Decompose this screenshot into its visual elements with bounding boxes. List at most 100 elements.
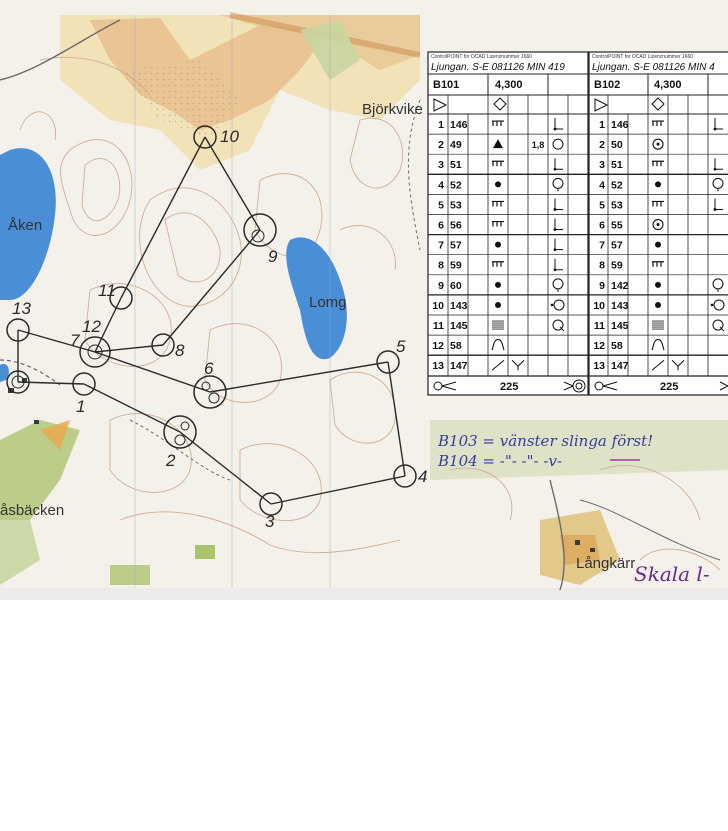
row-number: 12 xyxy=(593,340,605,352)
control-number-6: 6 xyxy=(204,359,214,378)
dot-icon xyxy=(495,281,501,288)
row-number: 5 xyxy=(438,199,444,211)
row-code: 51 xyxy=(611,159,623,171)
row-code: 53 xyxy=(450,199,462,211)
dot-icon xyxy=(655,281,661,288)
row-number: 11 xyxy=(433,320,444,332)
handwritten-note-line1: B103 = vänster slinga först! xyxy=(437,432,653,450)
green-east xyxy=(430,420,728,480)
control-number-11: 11 xyxy=(98,281,116,300)
row-number: 12 xyxy=(432,340,444,352)
row-number: 1 xyxy=(438,119,444,131)
green-patch2 xyxy=(110,565,150,585)
control-number-1: 1 xyxy=(76,397,85,416)
row-number: 10 xyxy=(593,300,605,312)
row-number: 8 xyxy=(599,260,605,272)
orienteering-map-scan: 1 2 3 4 5 6 7 8 9 10 11 12 13 Björkvike … xyxy=(0,0,728,600)
dot-icon xyxy=(495,241,501,248)
row-code: 56 xyxy=(450,220,462,232)
row-number: 13 xyxy=(432,360,444,372)
row-code: 147 xyxy=(450,360,468,372)
control-number-8: 8 xyxy=(175,341,185,360)
row-code: 145 xyxy=(611,320,629,332)
row-code: 146 xyxy=(450,119,468,131)
row-number: 7 xyxy=(438,240,444,252)
control-number-5: 5 xyxy=(396,337,406,356)
row-code: 51 xyxy=(450,159,462,171)
place-asbacken: åsbäcken xyxy=(0,502,64,519)
card1-course: B101 xyxy=(433,79,459,91)
row-code: 50 xyxy=(611,139,623,151)
row-number: 13 xyxy=(593,360,605,372)
row-number: 1 xyxy=(599,119,605,131)
card2-length: 4,300 xyxy=(654,79,682,91)
row-number: 8 xyxy=(438,260,444,272)
row-code: 52 xyxy=(611,179,623,191)
card2-finish: 225 xyxy=(660,381,678,393)
row-code: 143 xyxy=(611,300,629,312)
control-number-2: 2 xyxy=(165,451,176,470)
row-number: 10 xyxy=(432,300,444,312)
row-number: 4 xyxy=(438,179,444,191)
dot-icon xyxy=(495,301,501,308)
row-code: 57 xyxy=(611,240,623,252)
card1-length: 4,300 xyxy=(495,79,523,91)
row-code: 58 xyxy=(450,340,462,352)
row-code: 57 xyxy=(450,240,462,252)
row-code: 60 xyxy=(450,280,462,292)
row-number: 4 xyxy=(599,179,605,191)
control-number-10: 10 xyxy=(220,127,239,146)
card1-header-small: ControlPOINT for OCAD Lizenznummer 1660 xyxy=(431,54,532,60)
handwritten-note-line2: B104 = -"- -"- -v- xyxy=(437,452,562,470)
card2-header-small: ControlPOINT for OCAD Lizenznummer 1660 xyxy=(592,54,693,60)
dot-icon xyxy=(655,241,661,248)
card2-course: B102 xyxy=(594,79,620,91)
row-code: 55 xyxy=(611,220,623,232)
scan-edge xyxy=(0,588,728,600)
place-bjorkvike: Björkvike xyxy=(362,101,423,118)
green-patch xyxy=(195,545,215,559)
card2-title: Ljungan. S-E 081126 MIN 4 xyxy=(592,62,715,73)
row-number: 2 xyxy=(438,139,444,151)
control-number-13: 13 xyxy=(12,299,31,318)
control-number-3: 3 xyxy=(265,512,275,531)
row-code: 145 xyxy=(450,320,468,332)
place-langkarr: Långkärr xyxy=(576,555,635,572)
ring-center-icon xyxy=(656,223,660,227)
control-number-9: 9 xyxy=(268,247,278,266)
row-code: 147 xyxy=(611,360,629,372)
card1-title: Ljungan. S-E 081126 MIN 419 xyxy=(431,62,565,73)
row-number: 5 xyxy=(599,199,605,211)
place-skala: Skala l- xyxy=(634,562,710,586)
row-code: 59 xyxy=(611,260,623,272)
ring-center-icon xyxy=(656,142,660,146)
row-number: 6 xyxy=(438,220,444,232)
row-number: 11 xyxy=(594,320,605,332)
row-number: 9 xyxy=(599,280,605,292)
control-number-7: 7 xyxy=(70,331,80,350)
row-dimension: 1,8 xyxy=(532,140,545,150)
control-description-card-b101: ControlPOINT for OCAD Lizenznummer 1660 … xyxy=(427,51,589,396)
row-number: 3 xyxy=(599,159,605,171)
row-number: 7 xyxy=(599,240,605,252)
map-canvas: 1 2 3 4 5 6 7 8 9 10 11 12 13 Björkvike … xyxy=(0,0,728,600)
dot-icon xyxy=(655,181,661,188)
dot-icon xyxy=(655,301,661,308)
row-code: 49 xyxy=(450,139,462,151)
place-lomg: Lomg xyxy=(309,294,347,311)
row-code: 58 xyxy=(611,340,623,352)
place-aken: Åken xyxy=(8,217,42,234)
row-code: 52 xyxy=(450,179,462,191)
row-code: 53 xyxy=(611,199,623,211)
row-number: 6 xyxy=(599,220,605,232)
row-number: 9 xyxy=(438,280,444,292)
row-code: 146 xyxy=(611,119,629,131)
control-number-4: 4 xyxy=(418,467,427,486)
row-number: 2 xyxy=(599,139,605,151)
control-description-card-b102: ControlPOINT for OCAD Lizenznummer 1660 … xyxy=(588,51,728,396)
row-code: 142 xyxy=(611,280,629,292)
control-number-12: 12 xyxy=(82,317,101,336)
row-number: 3 xyxy=(438,159,444,171)
row-code: 143 xyxy=(450,300,468,312)
row-code: 59 xyxy=(450,260,462,272)
